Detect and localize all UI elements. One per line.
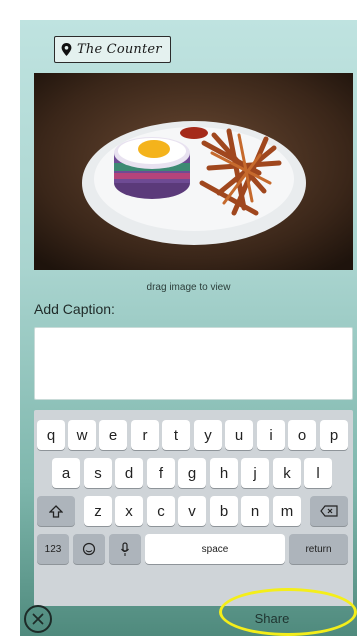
bottom-action-bar: Share <box>20 588 357 636</box>
microphone-key[interactable] <box>109 534 141 564</box>
key-z[interactable]: z <box>84 496 112 526</box>
food-photo[interactable] <box>34 73 353 270</box>
delete-key[interactable] <box>310 496 348 526</box>
key-r[interactable]: r <box>131 420 159 450</box>
caption-input[interactable] <box>34 327 353 400</box>
share-button[interactable]: Share <box>238 608 306 628</box>
emoji-icon <box>82 542 96 556</box>
key-m[interactable]: m <box>273 496 301 526</box>
close-icon <box>32 613 44 625</box>
key-e[interactable]: e <box>99 420 127 450</box>
keyboard-row-2: a s d f g h j k l <box>34 454 353 492</box>
key-s[interactable]: s <box>84 458 112 488</box>
key-y[interactable]: y <box>194 420 222 450</box>
caption-label: Add Caption: <box>34 301 115 317</box>
key-b[interactable]: b <box>210 496 238 526</box>
key-o[interactable]: o <box>288 420 316 450</box>
drag-hint: drag image to view <box>146 282 231 293</box>
key-i[interactable]: i <box>257 420 285 450</box>
key-p[interactable]: p <box>320 420 348 450</box>
return-key[interactable]: return <box>289 534 348 564</box>
backspace-icon <box>320 505 338 517</box>
share-screen: The Counter drag image to view Add Capti… <box>20 20 357 636</box>
location-name: The Counter <box>77 42 162 57</box>
key-a[interactable]: a <box>52 458 80 488</box>
shift-icon <box>49 504 63 518</box>
map-pin-icon <box>61 43 72 56</box>
key-c[interactable]: c <box>147 496 175 526</box>
key-n[interactable]: n <box>241 496 269 526</box>
key-f[interactable]: f <box>147 458 175 488</box>
key-j[interactable]: j <box>241 458 269 488</box>
microphone-icon <box>121 541 129 556</box>
key-x[interactable]: x <box>115 496 143 526</box>
keyboard-row-4: 123 space return <box>34 530 353 568</box>
numbers-key[interactable]: 123 <box>37 534 69 564</box>
space-key[interactable]: space <box>145 534 285 564</box>
cancel-button[interactable] <box>24 605 52 633</box>
key-d[interactable]: d <box>115 458 143 488</box>
key-w[interactable]: w <box>68 420 96 450</box>
location-tag[interactable]: The Counter <box>54 36 171 63</box>
key-g[interactable]: g <box>178 458 206 488</box>
photo-illustration <box>34 73 353 270</box>
key-t[interactable]: t <box>162 420 190 450</box>
key-q[interactable]: q <box>37 420 65 450</box>
key-k[interactable]: k <box>273 458 301 488</box>
emoji-key[interactable] <box>73 534 105 564</box>
on-screen-keyboard: q w e r t y u i o p a s d f g h j k l z … <box>34 410 353 606</box>
key-v[interactable]: v <box>178 496 206 526</box>
key-u[interactable]: u <box>225 420 253 450</box>
keyboard-row-1: q w e r t y u i o p <box>34 416 353 454</box>
key-l[interactable]: l <box>304 458 332 488</box>
keyboard-row-3: z x c v b n m <box>34 492 353 530</box>
shift-key[interactable] <box>37 496 75 526</box>
key-h[interactable]: h <box>210 458 238 488</box>
